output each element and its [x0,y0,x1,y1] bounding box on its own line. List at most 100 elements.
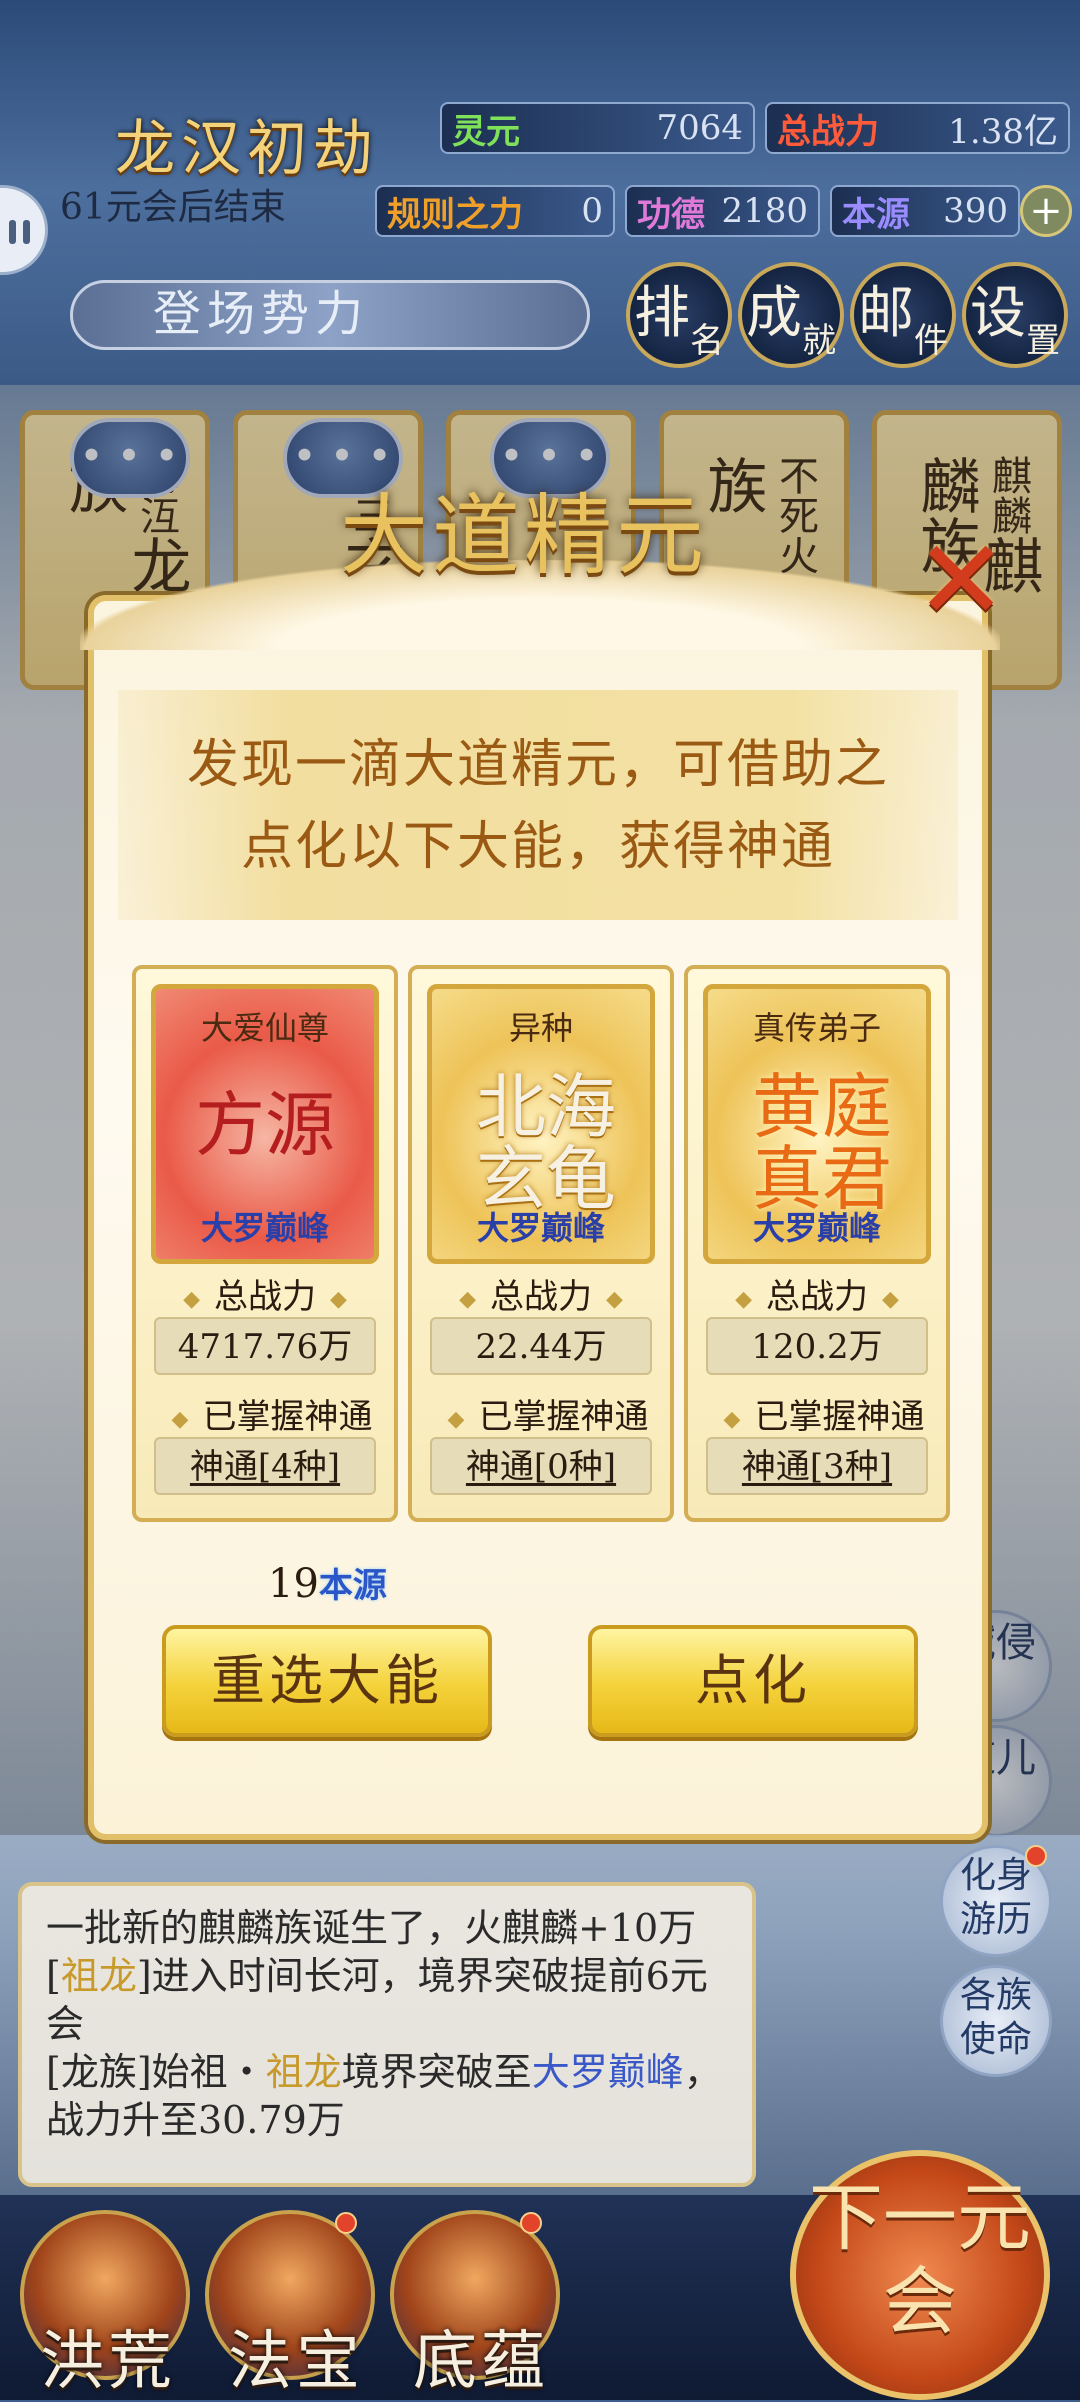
event-log: 一批新的麒麟族诞生了，火麒麟+10万 [祖龙]进入时间长河，境界突破提前6元会 … [18,1882,756,2187]
log-text: ]进入时间长河，境界突破提前6元会 [46,1954,708,2046]
power-label: ◆ 总战力 ◆ [412,1269,670,1318]
power-label: ◆ 总战力 ◆ [136,1269,394,1318]
stage-title: 龙汉初劫 [115,114,379,184]
card-subtitle: 真传弟子 [752,1009,881,1047]
stat-label: 功德 [637,194,705,235]
diamond-icon: ◆ [723,1406,741,1432]
stat-lingyuan: 灵元 7064 [440,102,755,154]
candidate-card-3[interactable]: 真传弟子 黄庭真君 大罗巅峰 ◆ 总战力 ◆ 120.2万 ◆ 已掌握神通 ◆ 神通[3… [684,965,950,1522]
button-sublabel: 置 [1026,321,1060,361]
skill-link[interactable]: 神通[4种] [154,1437,376,1495]
log-entry: [龙族]始祖・祖龙境界突破至大罗巅峰，战力升至30.79万 [46,2048,728,2144]
dialog-title: 大道精元 [340,484,709,587]
ranking-button[interactable]: 排名 [626,262,732,368]
portrait: 真传弟子 黄庭真君 大罗巅峰 [703,984,931,1264]
stat-total-power: 总战力 1.38亿 [765,102,1070,154]
card-subtitle: 异种 [508,1009,573,1047]
achievement-button[interactable]: 成就 [738,262,844,368]
diamond-icon: ◆ [606,1286,623,1312]
close-icon[interactable]: ✕ [915,525,1007,635]
card-realm: 大罗巅峰 [200,1209,329,1247]
candidate-card-2[interactable]: 异种 北海玄龟 大罗巅峰 ◆ 总战力 ◆ 22.44万 ◆ 已掌握神通 ◆ 神通[0种] [408,965,674,1522]
stat-value: 0 [581,191,603,231]
stat-label: 本源 [842,194,910,235]
notification-dot [335,2212,357,2234]
log-realm: 大罗巅峰 [531,2050,684,2094]
stat-value: 390 [943,191,1008,231]
label-text: 已掌握神通 [754,1397,925,1437]
diamond-icon: ◆ [447,1406,465,1432]
stat-label: 规则之力 [387,194,523,235]
label-text: 总战力 [490,1277,592,1317]
description-line: 点化以下大能，获得神通 [240,817,835,877]
log-text: [ [46,1954,61,1998]
cost-unit: 本源 [318,1566,387,1606]
nav-label-foundation: 底蕴 [413,2325,549,2399]
portrait: 大爱仙尊 方源 大罗巅峰 [151,984,379,1264]
diamond-icon: ◆ [330,1286,347,1312]
diamond-icon: ◆ [459,1286,476,1312]
next-era-button[interactable]: 下一元会 [790,2150,1050,2400]
diamond-icon: ◆ [882,1286,899,1312]
stat-rule-power: 规则之力 0 [375,185,615,237]
log-name: 祖龙 [265,2050,342,2094]
diamond-icon: ◆ [171,1406,189,1432]
reroll-cost: 19本源 [268,1558,387,1607]
stat-value: 7064 [656,108,743,148]
skill-link[interactable]: 神通[3种] [706,1437,928,1495]
notification-dot [520,2212,542,2234]
button-sublabel: 名 [690,321,724,361]
mail-button[interactable]: 邮件 [850,262,956,368]
stat-label: 总战力 [777,111,879,152]
enlighten-button[interactable]: 点化 [588,1625,918,1737]
stat-label: 灵元 [452,111,520,152]
nav-label-honghuang: 洪荒 [40,2325,176,2399]
skill-text: 神通[4种] [189,1447,341,1487]
side-button-race-mission[interactable]: 各族使命 [940,1965,1052,2077]
portrait: 异种 北海玄龟 大罗巅峰 [427,984,655,1264]
log-text: 境界突破至 [341,2050,532,2094]
button-label: 邮 [858,281,914,346]
diamond-icon: ◆ [183,1286,200,1312]
skill-link[interactable]: 神通[0种] [430,1437,652,1495]
round-countdown: 61元会后结束 [60,187,286,228]
button-label: 排 [634,281,690,346]
log-entry: 一批新的麒麟族诞生了，火麒麟+10万 [46,1906,697,1950]
label-text: 总战力 [214,1277,316,1317]
skill-text: 神通[0种] [465,1447,617,1487]
card-name: 黄庭真君 [752,1066,892,1220]
stat-value: 1.38亿 [948,111,1058,152]
card-realm: 大罗巅峰 [476,1209,605,1247]
candidate-card-1[interactable]: 大爱仙尊 方源 大罗巅峰 ◆ 总战力 ◆ 4717.76万 ◆ 已掌握神通 ◆ 神通[4… [132,965,398,1522]
power-value: 22.44万 [430,1317,652,1375]
label-text: 总战力 [766,1277,868,1317]
log-entry: [祖龙]进入时间长河，境界突破提前6元会 [46,1952,728,2048]
card-name: 方源 [195,1084,335,1166]
nav-label-treasure: 法宝 [228,2325,364,2399]
label-text: 已掌握神通 [202,1397,373,1437]
card-name: 北海玄龟 [476,1066,616,1220]
power-value: 120.2万 [706,1317,928,1375]
label-text: 已掌握神通 [478,1397,649,1437]
card-realm: 大罗巅峰 [752,1209,881,1247]
card-subtitle: 大爱仙尊 [200,1009,329,1047]
button-label: 设 [970,281,1026,346]
add-origin-button[interactable]: + [1020,185,1072,237]
button-sublabel: 件 [914,321,948,361]
power-label: ◆ 总战力 ◆ [688,1269,946,1318]
power-value: 4717.76万 [154,1317,376,1375]
reroll-button[interactable]: 重选大能 [162,1625,492,1737]
stat-merit: 功德 2180 [625,185,820,237]
button-sublabel: 就 [802,321,836,361]
settings-button[interactable]: 设置 [962,262,1068,368]
stat-value: 2180 [721,191,808,231]
description-line: 发现一滴大道精元，可借助之 [186,735,889,795]
notification-dot [1025,1845,1047,1867]
forces-button[interactable]: 登场势力 [70,280,590,350]
stat-origin: 本源 390 [830,185,1020,237]
log-text: [龙族]始祖・ [46,2050,266,2094]
skill-text: 神通[3种] [741,1447,893,1487]
cost-value: 19 [268,1561,319,1607]
log-name: 祖龙 [60,1954,137,1998]
dialog-description: 发现一滴大道精元，可借助之 点化以下大能，获得神通 [118,690,958,920]
